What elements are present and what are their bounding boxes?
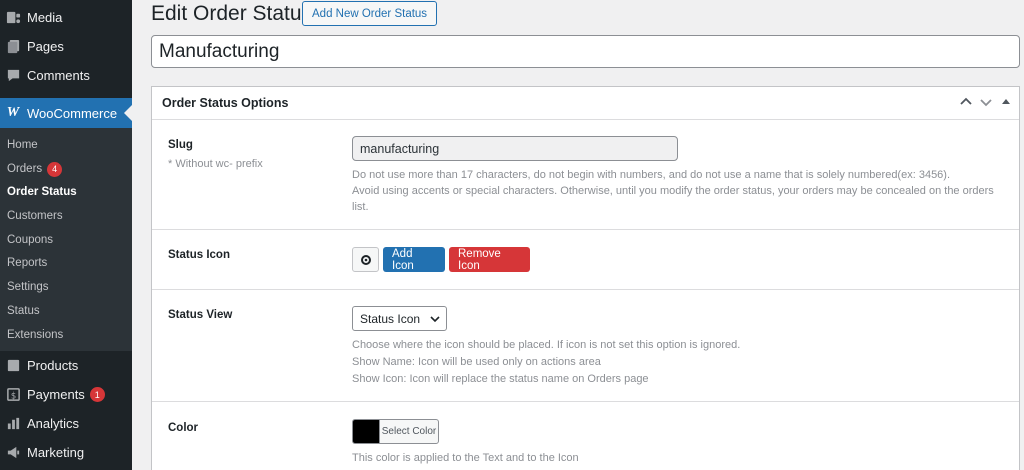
sidebar-item-analytics[interactable]: Analytics bbox=[0, 409, 132, 438]
status-view-selected: Status Icon bbox=[360, 311, 421, 326]
submenu-item-label: Order Status bbox=[7, 186, 77, 198]
sidebar-item-comments[interactable]: Comments bbox=[0, 61, 132, 90]
payments-icon: $ bbox=[0, 387, 26, 402]
gear-icon bbox=[360, 254, 371, 265]
comments-icon bbox=[0, 68, 26, 83]
panel-controls bbox=[959, 95, 1013, 109]
woocommerce-submenu: Home Orders 4 Order Status Customers Coup… bbox=[0, 128, 132, 351]
submenu-item-label: Extensions bbox=[7, 329, 64, 341]
sidebar-item-label: Products bbox=[27, 358, 79, 373]
sidebar-item-label: Media bbox=[27, 10, 63, 25]
submenu-item-orders[interactable]: Orders 4 bbox=[7, 161, 63, 177]
svg-text:$: $ bbox=[10, 390, 15, 400]
submenu-item-extensions[interactable]: Extensions bbox=[7, 327, 63, 343]
submenu-item-label: Coupons bbox=[7, 234, 54, 246]
add-new-order-status-button[interactable]: Add New Order Status bbox=[302, 1, 438, 26]
color-row: Color Select Color This color is applied… bbox=[152, 402, 1019, 470]
admin-sidebar: Media Pages Comments W WooCommerce Home … bbox=[0, 0, 132, 470]
woocommerce-icon: W bbox=[6, 105, 20, 120]
sidebar-item-label: Pages bbox=[27, 39, 64, 54]
move-down-icon[interactable] bbox=[979, 95, 993, 109]
sidebar-item-label: Analytics bbox=[27, 416, 80, 431]
sidebar-item-woocommerce[interactable]: W WooCommerce bbox=[0, 98, 132, 128]
status-icon-row: Status Icon Add Icon Remove Icon bbox=[152, 230, 1019, 290]
color-label: Color bbox=[168, 422, 199, 434]
order-status-options-panel: Order Status Options Slug * Without wc- … bbox=[151, 86, 1020, 470]
submenu-item-home[interactable]: Home bbox=[7, 137, 38, 153]
submenu-item-reports[interactable]: Reports bbox=[7, 255, 47, 271]
remove-icon-button[interactable]: Remove Icon bbox=[449, 247, 530, 272]
submenu-item-label: Customers bbox=[7, 210, 63, 222]
slug-label: Slug bbox=[168, 139, 193, 151]
status-view-help-line-3: Show Icon: Icon will replace the status … bbox=[352, 373, 649, 385]
products-icon bbox=[0, 358, 26, 373]
panel-header: Order Status Options bbox=[152, 87, 1019, 120]
slug-sublabel: * Without wc- prefix bbox=[168, 158, 263, 170]
status-view-help-text: Choose where the icon should be placed. … bbox=[352, 337, 1002, 388]
move-up-icon[interactable] bbox=[959, 95, 973, 109]
select-color-label: Select Color bbox=[379, 420, 438, 443]
orders-count-badge: 4 bbox=[47, 161, 63, 177]
media-icon bbox=[0, 10, 26, 25]
submenu-item-label: Status bbox=[7, 305, 40, 317]
status-view-help-line-2: Show Name: Icon will be used only on act… bbox=[352, 356, 601, 368]
color-help-text: This color is applied to the Text and to… bbox=[352, 452, 579, 464]
slug-help-line-2: Avoid using accents or special character… bbox=[352, 185, 994, 213]
color-swatch bbox=[353, 420, 379, 443]
sidebar-item-payments[interactable]: $ Payments 1 bbox=[0, 380, 132, 409]
sidebar-item-products[interactable]: Products bbox=[0, 351, 132, 380]
submenu-item-customers[interactable]: Customers bbox=[7, 208, 63, 224]
submenu-item-status[interactable]: Status bbox=[7, 303, 40, 319]
order-status-title-input[interactable]: Manufacturing bbox=[151, 35, 1020, 68]
payments-count-badge: 1 bbox=[89, 387, 105, 402]
submenu-item-coupons[interactable]: Coupons bbox=[7, 232, 53, 248]
sidebar-item-label: Payments bbox=[27, 387, 85, 402]
active-indicator bbox=[124, 105, 132, 121]
submenu-item-settings[interactable]: Settings bbox=[7, 279, 49, 295]
add-icon-button[interactable]: Add Icon bbox=[383, 247, 445, 272]
submenu-item-label: Reports bbox=[7, 257, 48, 269]
sidebar-item-label: Comments bbox=[27, 68, 90, 83]
slug-row: Slug * Without wc- prefix manufacturing … bbox=[152, 120, 1019, 230]
sidebar-item-label: Marketing bbox=[27, 445, 85, 460]
color-picker-button[interactable]: Select Color bbox=[352, 419, 439, 444]
analytics-icon bbox=[0, 416, 26, 431]
status-view-help-line-1: Choose where the icon should be placed. … bbox=[352, 339, 741, 351]
submenu-item-label: Home bbox=[7, 139, 38, 151]
sidebar-item-marketing[interactable]: Marketing bbox=[0, 438, 132, 467]
sidebar-item-media[interactable]: Media bbox=[0, 3, 132, 32]
submenu-item-order-status[interactable]: Order Status bbox=[7, 184, 77, 200]
panel-title: Order Status Options bbox=[162, 96, 289, 110]
slug-help-line-1: Do not use more than 17 characters, do n… bbox=[352, 169, 951, 181]
status-icon-preview[interactable] bbox=[352, 247, 379, 272]
page-title: Edit Order Status bbox=[151, 2, 313, 25]
pages-icon bbox=[0, 39, 26, 54]
submenu-item-label: Orders bbox=[7, 163, 43, 175]
slug-input[interactable]: manufacturing bbox=[352, 136, 678, 161]
slug-help-text: Do not use more than 17 characters, do n… bbox=[352, 167, 1002, 215]
status-icon-label: Status Icon bbox=[168, 249, 230, 261]
status-view-label: Status View bbox=[168, 309, 233, 321]
submenu-item-label: Settings bbox=[7, 281, 49, 293]
collapse-toggle-icon[interactable] bbox=[999, 95, 1013, 109]
sidebar-item-pages[interactable]: Pages bbox=[0, 32, 132, 61]
chevron-down-icon bbox=[430, 316, 440, 323]
sidebar-item-label: WooCommerce bbox=[27, 105, 118, 121]
marketing-icon bbox=[0, 445, 26, 460]
status-view-select[interactable]: Status Icon bbox=[352, 306, 447, 331]
status-view-row: Status View Status Icon Choose where the… bbox=[152, 290, 1019, 402]
